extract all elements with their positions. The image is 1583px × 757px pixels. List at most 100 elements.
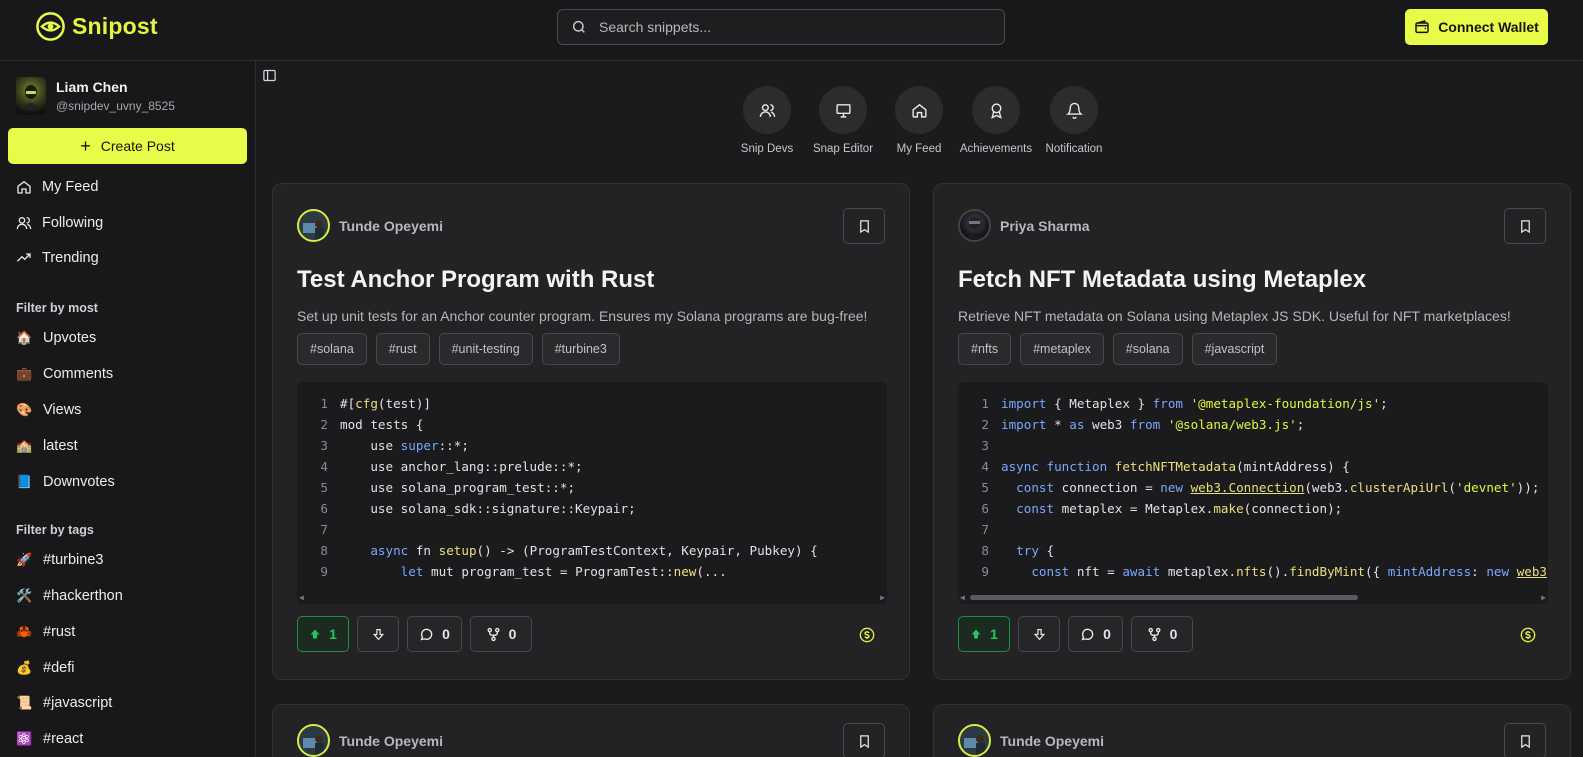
tag-chip[interactable]: #nfts bbox=[958, 333, 1012, 365]
sidebar-toggle-icon[interactable] bbox=[262, 68, 277, 83]
comment-count: 0 bbox=[1103, 626, 1111, 642]
tip-coin-icon[interactable] bbox=[859, 627, 875, 643]
comment-button[interactable]: 0 bbox=[1068, 616, 1123, 652]
filter-emoji-icon: 🎨 bbox=[16, 402, 33, 417]
bookmark-button[interactable] bbox=[1504, 208, 1546, 244]
filter-item-comments[interactable]: 💼 Comments bbox=[16, 366, 113, 382]
tag-item-react[interactable]: ⚛️ #react bbox=[16, 731, 83, 747]
horizontal-scrollbar[interactable]: ◀ ▶ bbox=[297, 590, 887, 604]
scroll-left-icon[interactable]: ◀ bbox=[960, 593, 965, 602]
connect-wallet-button[interactable]: Connect Wallet bbox=[1405, 9, 1548, 45]
code-block[interactable]: 1 #[cfg(test)] 2 mod tests { 3 use super::… bbox=[297, 382, 887, 604]
filter-item-latest[interactable]: 🏫 latest bbox=[16, 438, 77, 454]
user-name: Liam Chen bbox=[56, 79, 128, 95]
code-line: 2 mod tests { bbox=[320, 417, 424, 432]
upvote-count: 1 bbox=[329, 626, 337, 642]
sidebar-item-my-feed[interactable]: My Feed bbox=[16, 179, 98, 195]
post-title[interactable]: Test Anchor Program with Rust bbox=[297, 266, 654, 294]
filter-item-downvotes[interactable]: 📘 Downvotes bbox=[16, 474, 114, 490]
tag-item-turbine3[interactable]: 🚀 #turbine3 bbox=[16, 552, 103, 568]
fork-button[interactable]: 0 bbox=[1131, 616, 1193, 652]
quick-circle bbox=[1050, 86, 1098, 134]
filter-label: Views bbox=[43, 402, 82, 418]
tag-chip[interactable]: #solana bbox=[297, 333, 367, 365]
fork-button[interactable]: 0 bbox=[470, 616, 532, 652]
upvote-button[interactable]: 1 bbox=[958, 616, 1010, 652]
author-name: Priya Sharma bbox=[1000, 217, 1090, 234]
upvote-button[interactable]: 1 bbox=[297, 616, 349, 652]
tag-emoji-icon: 🛠️ bbox=[16, 588, 33, 603]
post-actions: 1 0 0 bbox=[297, 616, 532, 652]
bookmark-button[interactable] bbox=[843, 208, 885, 244]
quick-notification[interactable]: Notification bbox=[1029, 86, 1119, 155]
code-line: 5 const connection = new web3.Connection… bbox=[981, 480, 1540, 495]
scroll-left-icon[interactable]: ◀ bbox=[299, 593, 304, 602]
code-block[interactable]: 1 import { Metaplex } from '@metaplex-fou… bbox=[958, 382, 1548, 604]
post-author[interactable]: Tunde Opeyemi bbox=[297, 724, 443, 757]
post-tags: #nfts #metaplex #solana #javascript bbox=[958, 333, 1278, 365]
avatar bbox=[297, 209, 330, 242]
tag-chip[interactable]: #unit-testing bbox=[438, 333, 533, 365]
avatar bbox=[958, 724, 991, 757]
downvote-button[interactable] bbox=[1018, 616, 1060, 652]
tip-coin-icon[interactable] bbox=[1520, 627, 1536, 643]
filter-item-views[interactable]: 🎨 Views bbox=[16, 402, 81, 418]
quick-label: Snip Devs bbox=[740, 143, 794, 155]
tag-item-defi[interactable]: 💰 #defi bbox=[16, 660, 74, 676]
fork-icon bbox=[487, 627, 500, 641]
tag-chip[interactable]: #javascript bbox=[1191, 333, 1278, 365]
quick-circle bbox=[819, 86, 867, 134]
quick-circle bbox=[972, 86, 1020, 134]
wallet-icon bbox=[1415, 20, 1429, 34]
tag-label: #rust bbox=[43, 624, 76, 640]
comment-icon bbox=[1081, 628, 1094, 640]
scroll-right-icon[interactable]: ▶ bbox=[1541, 593, 1546, 602]
sidebar-item-label: Following bbox=[42, 215, 104, 231]
tag-item-javascript[interactable]: 📜 #javascript bbox=[16, 695, 112, 711]
tag-chip[interactable]: #metaplex bbox=[1020, 333, 1104, 365]
filter-emoji-icon: 🏠 bbox=[16, 330, 33, 345]
sidebar-item-following[interactable]: Following bbox=[16, 215, 103, 231]
arrow-down-icon bbox=[1033, 628, 1045, 640]
filter-item-upvotes[interactable]: 🏠 Upvotes bbox=[16, 330, 96, 346]
tag-chip[interactable]: #solana bbox=[1112, 333, 1183, 365]
post-author[interactable]: Priya Sharma bbox=[958, 209, 1090, 242]
fork-icon bbox=[1148, 627, 1161, 641]
quick-achievements[interactable]: Achievements bbox=[951, 86, 1041, 155]
search-box[interactable] bbox=[557, 9, 1005, 45]
filter-emoji-icon: 📘 bbox=[16, 474, 33, 489]
downvote-button[interactable] bbox=[357, 616, 399, 652]
horizontal-scrollbar[interactable]: ◀ ▶ bbox=[958, 590, 1548, 604]
home-icon bbox=[17, 180, 31, 194]
code-line: 9 const nft = await metaplex.nfts().find… bbox=[981, 564, 1548, 579]
tag-item-rust[interactable]: 🦀 #rust bbox=[16, 624, 75, 640]
users-icon bbox=[759, 103, 775, 117]
sidebar-item-trending[interactable]: Trending bbox=[16, 250, 99, 266]
code-line: 9 let mut program_test = ProgramTest::ne… bbox=[320, 564, 727, 579]
search-input[interactable] bbox=[599, 19, 979, 35]
code-line: 2 import * as web3 from '@solana/web3.js'… bbox=[981, 417, 1305, 432]
code-line: 5 use solana_program_test::*; bbox=[320, 480, 576, 495]
user-profile[interactable]: Liam Chen @snipdev_uvny_8525 bbox=[16, 77, 175, 115]
bookmark-icon bbox=[859, 734, 869, 748]
tag-chip[interactable]: #turbine3 bbox=[541, 333, 620, 365]
tag-emoji-icon: 🚀 bbox=[16, 552, 33, 567]
tag-label: #turbine3 bbox=[43, 552, 104, 568]
bookmark-icon bbox=[859, 219, 869, 233]
post-title[interactable]: Fetch NFT Metadata using Metaplex bbox=[958, 266, 1366, 294]
tag-item-hackerthon[interactable]: 🛠️ #hackerthon bbox=[16, 588, 122, 604]
scroll-right-icon[interactable]: ▶ bbox=[880, 593, 885, 602]
create-post-button[interactable]: + Create Post bbox=[8, 128, 247, 164]
scrollbar-thumb[interactable] bbox=[970, 595, 1358, 600]
filter-label: Comments bbox=[43, 366, 114, 382]
post-author[interactable]: Tunde Opeyemi bbox=[297, 209, 443, 242]
comment-button[interactable]: 0 bbox=[407, 616, 462, 652]
filter-emoji-icon: 💼 bbox=[16, 366, 33, 381]
bookmark-button[interactable] bbox=[1504, 723, 1546, 757]
tag-label: #defi bbox=[43, 660, 75, 676]
post-author[interactable]: Tunde Opeyemi bbox=[958, 724, 1104, 757]
tag-chip[interactable]: #rust bbox=[375, 333, 430, 365]
bookmark-button[interactable] bbox=[843, 723, 885, 757]
logo[interactable]: Snipost bbox=[35, 11, 158, 42]
code-line: 4 use anchor_lang::prelude::*; bbox=[320, 459, 583, 474]
